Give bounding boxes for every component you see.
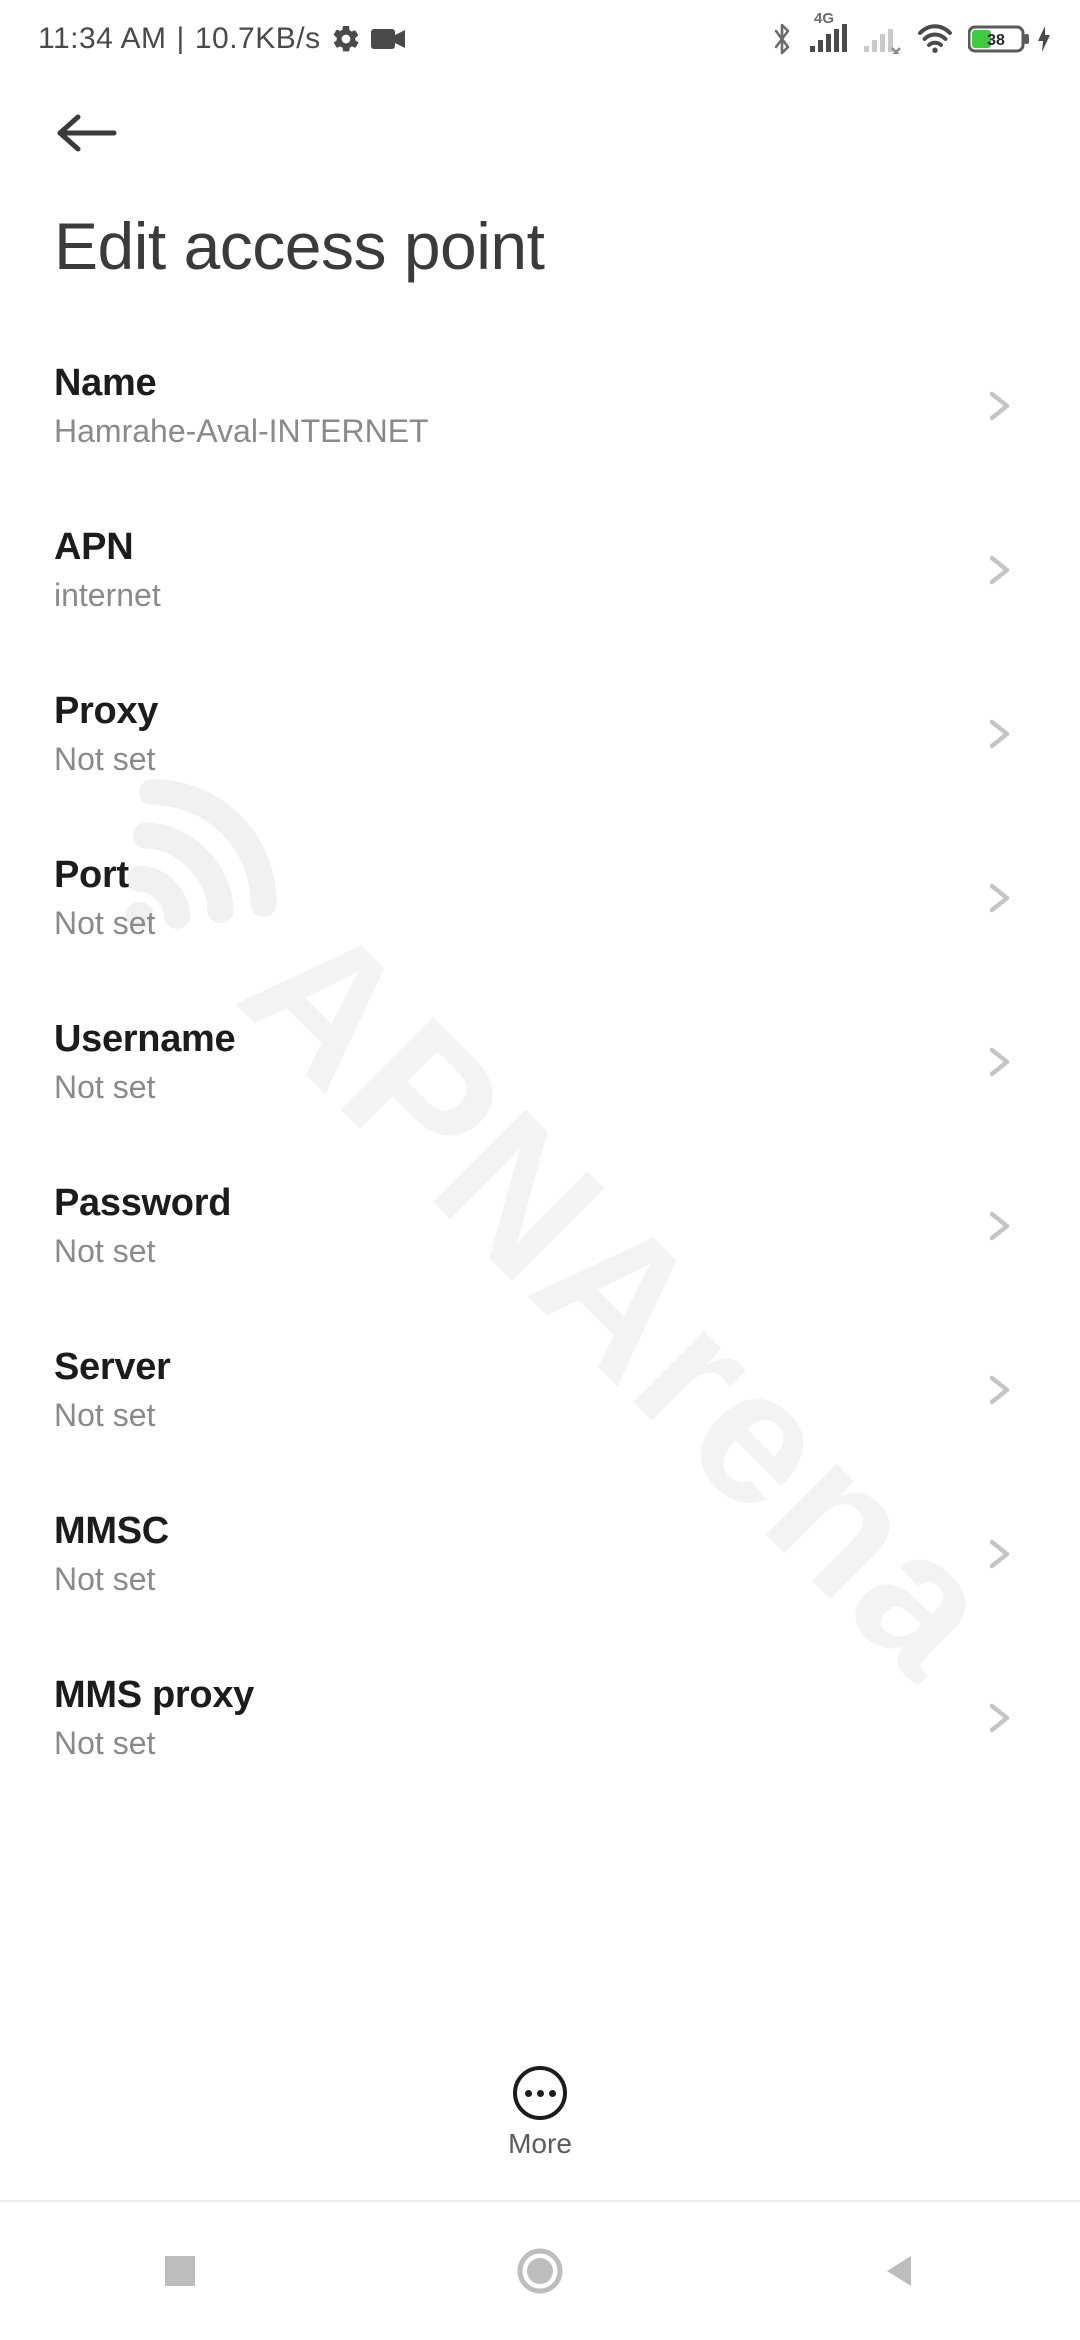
status-time: 11:34 AM — [38, 22, 167, 56]
square-icon — [161, 2252, 199, 2290]
chevron-right-icon — [980, 1536, 1016, 1572]
row-title: Username — [54, 1018, 235, 1061]
row-value: Not set — [54, 1069, 235, 1106]
camera-icon — [371, 27, 405, 51]
svg-text:38: 38 — [987, 32, 1005, 49]
row-value: Not set — [54, 1561, 169, 1598]
more-dots-icon — [525, 2090, 556, 2097]
triangle-left-icon — [881, 2252, 919, 2290]
page-title: Edit access point — [52, 168, 1040, 284]
row-name[interactable]: Name Hamrahe-Aval-INTERNET — [54, 324, 1026, 488]
row-server[interactable]: Server Not set — [54, 1308, 1026, 1472]
row-title: MMS proxy — [54, 1674, 254, 1717]
row-value: Not set — [54, 741, 158, 778]
row-value: Not set — [54, 905, 155, 942]
chevron-right-icon — [980, 1044, 1016, 1080]
row-proxy[interactable]: Proxy Not set — [54, 652, 1026, 816]
row-value: Hamrahe-Aval-INTERNET — [54, 413, 429, 450]
list-fade — [0, 1930, 1080, 2050]
circle-icon — [516, 2247, 564, 2295]
chevron-right-icon — [980, 1372, 1016, 1408]
settings-list: Name Hamrahe-Aval-INTERNET APN internet … — [0, 284, 1080, 1800]
row-mmsc[interactable]: MMSC Not set — [54, 1472, 1026, 1636]
battery-icon: 38 — [968, 24, 1052, 54]
signal-4g-icon: 4G — [808, 24, 848, 54]
row-username[interactable]: Username Not set — [54, 980, 1026, 1144]
signal-sim2-icon — [862, 24, 902, 54]
row-title: MMSC — [54, 1510, 169, 1553]
row-value: Not set — [54, 1233, 231, 1270]
nav-home-button[interactable] — [510, 2241, 570, 2301]
chevron-right-icon — [980, 716, 1016, 752]
status-sep: | — [177, 22, 185, 56]
row-value: internet — [54, 577, 161, 614]
wifi-icon — [916, 24, 954, 54]
chevron-right-icon — [980, 1208, 1016, 1244]
row-title: APN — [54, 526, 161, 569]
more-label: More — [508, 2128, 572, 2160]
more-button[interactable] — [513, 2066, 567, 2120]
gear-icon — [331, 24, 361, 54]
chevron-right-icon — [980, 552, 1016, 588]
row-title: Name — [54, 362, 429, 405]
arrow-left-icon — [52, 113, 122, 153]
row-password[interactable]: Password Not set — [54, 1144, 1026, 1308]
chevron-right-icon — [980, 388, 1016, 424]
row-title: Server — [54, 1346, 171, 1389]
status-netspeed: 10.7KB/s — [195, 22, 321, 56]
row-port[interactable]: Port Not set — [54, 816, 1026, 980]
row-apn[interactable]: APN internet — [54, 488, 1026, 652]
row-title: Proxy — [54, 690, 158, 733]
system-nav-bar — [0, 2200, 1080, 2340]
nav-back-button[interactable] — [870, 2241, 930, 2301]
row-title: Port — [54, 854, 155, 897]
chevron-right-icon — [980, 1700, 1016, 1736]
nav-recents-button[interactable] — [150, 2241, 210, 2301]
bluetooth-icon — [770, 22, 794, 56]
row-mms-proxy[interactable]: MMS proxy Not set — [54, 1636, 1026, 1800]
row-value: Not set — [54, 1397, 171, 1434]
chevron-right-icon — [980, 880, 1016, 916]
status-bar: 11:34 AM | 10.7KB/s 4G — [0, 0, 1080, 70]
row-title: Password — [54, 1182, 231, 1225]
row-value: Not set — [54, 1725, 254, 1762]
back-button[interactable] — [52, 98, 122, 168]
